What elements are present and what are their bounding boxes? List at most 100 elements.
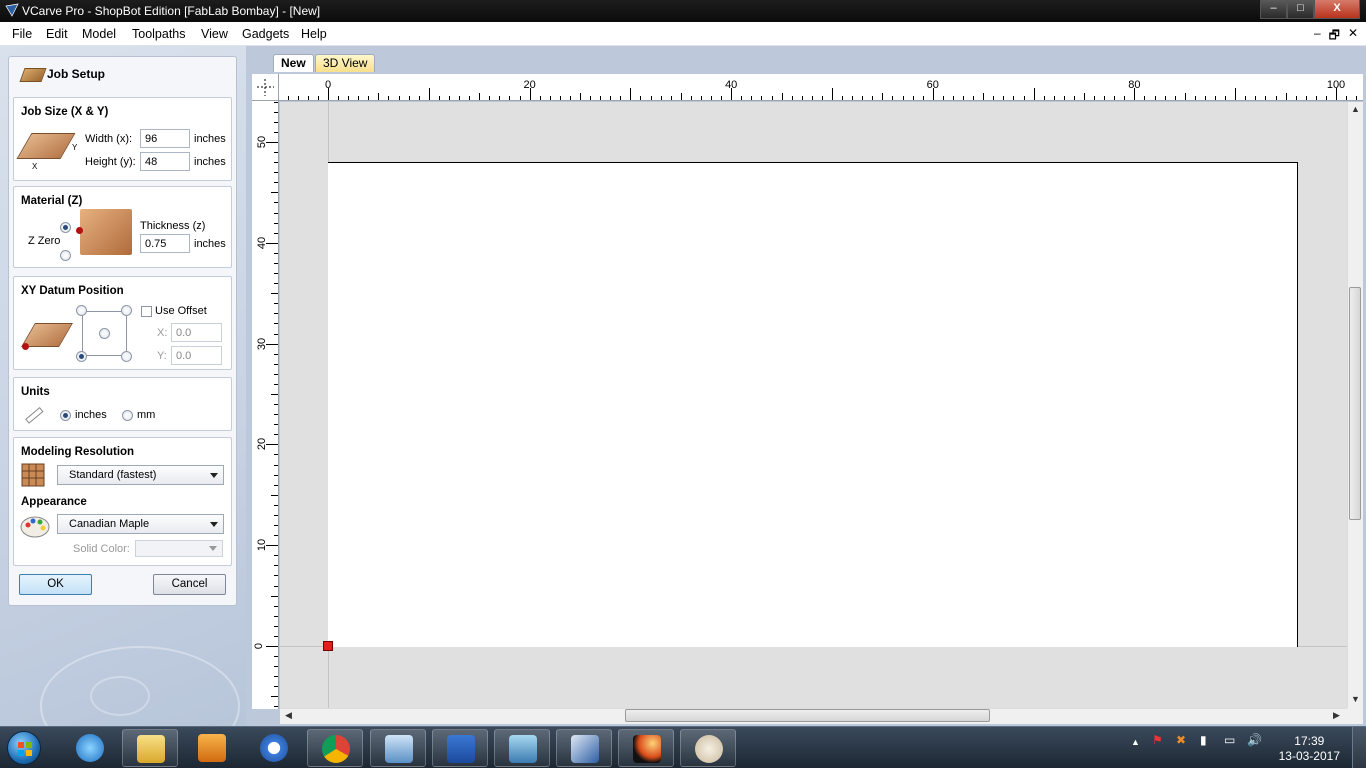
ruler-tick xyxy=(274,111,278,113)
ruler-tick xyxy=(418,96,420,100)
scroll-down-arrow-icon[interactable]: ▼ xyxy=(1351,694,1360,704)
mdi-close-button[interactable]: ✕ xyxy=(1348,26,1358,47)
ruler-tick xyxy=(1154,96,1156,100)
menu-bar: File Edit Model Toolpaths View Gadgets H… xyxy=(0,22,1366,46)
offset-y-label: Y: xyxy=(157,350,167,362)
ruler-tick xyxy=(882,93,884,100)
ok-button[interactable]: OK xyxy=(19,574,92,595)
ruler-tick xyxy=(1104,96,1106,100)
height-input[interactable] xyxy=(140,152,190,171)
ruler-tick xyxy=(973,96,975,100)
decorative-swirl xyxy=(90,676,150,716)
ruler-tick xyxy=(317,96,319,100)
ruler-tick xyxy=(862,96,864,100)
taskbar-internet-explorer[interactable] xyxy=(62,729,118,767)
taskbar-browser[interactable] xyxy=(246,729,302,767)
job-size-board-icon xyxy=(16,133,76,159)
z-zero-bottom-radio[interactable] xyxy=(60,250,71,261)
mdi-minimize-button[interactable]: – xyxy=(1314,26,1321,47)
vertical-scroll-thumb[interactable] xyxy=(1349,287,1361,520)
tray-overflow-icon[interactable]: ▲ xyxy=(1131,737,1140,747)
ruler-tick xyxy=(700,96,702,100)
scroll-left-arrow-icon[interactable]: ◀ xyxy=(285,710,292,721)
network-icon[interactable]: ▭ xyxy=(1224,733,1235,747)
solid-color-picker[interactable] xyxy=(135,540,223,557)
appearance-select[interactable]: Canadian Maple xyxy=(57,514,224,534)
ruler-tick xyxy=(1285,93,1287,100)
clock-date: 13-03-2017 xyxy=(1278,749,1340,763)
units-inches-radio[interactable] xyxy=(60,410,71,421)
datum-center-radio[interactable] xyxy=(99,328,110,339)
taskbar-photos[interactable] xyxy=(494,729,550,767)
z-zero-top-radio[interactable] xyxy=(60,222,71,233)
datum-board-icon xyxy=(21,323,73,347)
taskbar-remote-desktop[interactable] xyxy=(370,729,426,767)
menu-file[interactable]: File xyxy=(12,27,32,41)
ruler-tick xyxy=(559,96,561,100)
cancel-button[interactable]: Cancel xyxy=(153,574,226,595)
ruler-tick xyxy=(952,96,954,100)
modeling-resolution-select[interactable]: Standard (fastest) xyxy=(57,465,224,485)
menu-model[interactable]: Model xyxy=(82,27,116,41)
datum-bottom-right-radio[interactable] xyxy=(121,351,132,362)
scroll-right-arrow-icon[interactable]: ▶ xyxy=(1333,710,1340,721)
taskbar-app-launcher[interactable] xyxy=(618,729,674,767)
ruler-tick xyxy=(499,96,501,100)
ruler-tick xyxy=(842,96,844,100)
ruler-tick xyxy=(569,96,571,100)
menu-toolpaths[interactable]: Toolpaths xyxy=(132,27,186,41)
units-mm-radio[interactable] xyxy=(122,410,133,421)
ruler-tick xyxy=(274,514,278,516)
taskbar-paint[interactable] xyxy=(680,729,736,767)
units-mm-label: mm xyxy=(137,409,156,421)
action-center-flag-icon[interactable]: ⚑ xyxy=(1152,733,1163,747)
ruler-tick xyxy=(590,96,592,100)
taskbar-file-explorer[interactable] xyxy=(122,729,178,767)
ruler-tick xyxy=(1315,96,1317,100)
menu-edit[interactable]: Edit xyxy=(46,27,68,41)
taskbar-media-player[interactable] xyxy=(184,729,240,767)
minimize-button[interactable]: – xyxy=(1260,0,1287,19)
power-icon[interactable]: ▮ xyxy=(1200,733,1207,747)
menu-view[interactable]: View xyxy=(201,27,228,41)
ruler-tick xyxy=(428,88,430,100)
datum-bottom-left-radio[interactable] xyxy=(76,351,87,362)
tab-new[interactable]: New xyxy=(273,54,314,72)
maximize-button[interactable]: □ xyxy=(1287,0,1314,19)
show-desktop-button[interactable] xyxy=(1352,727,1366,768)
tab-3d-view[interactable]: 3D View xyxy=(315,54,376,72)
menu-help[interactable]: Help xyxy=(301,27,327,41)
tray-app-icon[interactable]: ✖ xyxy=(1176,733,1186,747)
ruler-tick xyxy=(274,656,278,658)
close-button[interactable]: X xyxy=(1314,0,1360,19)
offset-x-input[interactable] xyxy=(171,323,222,342)
appearance-heading: Appearance xyxy=(21,496,87,508)
ruler-tick xyxy=(274,101,278,103)
start-button[interactable] xyxy=(7,731,41,765)
thickness-input[interactable] xyxy=(140,234,190,253)
taskbar-chrome[interactable] xyxy=(307,729,363,767)
scroll-up-arrow-icon[interactable]: ▲ xyxy=(1351,104,1360,114)
solid-color-label: Solid Color: xyxy=(73,543,130,555)
use-offset-checkbox[interactable] xyxy=(141,306,152,317)
ruler-label: 60 xyxy=(926,79,939,91)
taskbar-vcarve[interactable] xyxy=(556,729,612,767)
offset-x-label: X: xyxy=(157,327,168,339)
ruler-tick xyxy=(963,96,965,100)
system-clock[interactable]: 17:39 13-03-2017 xyxy=(1279,734,1340,764)
width-input[interactable] xyxy=(140,129,190,148)
vcarve-app-icon xyxy=(5,3,19,17)
ruler-tick xyxy=(378,93,380,100)
ruler-tick xyxy=(274,212,278,214)
ruler-tick xyxy=(690,96,692,100)
datum-top-left-radio[interactable] xyxy=(76,305,87,316)
mdi-restore-button[interactable]: 🗗 xyxy=(1329,26,1340,47)
ruler-tick xyxy=(438,96,440,100)
menu-gadgets[interactable]: Gadgets xyxy=(242,27,289,41)
taskbar-word[interactable] xyxy=(432,729,488,767)
datum-top-right-radio[interactable] xyxy=(121,305,132,316)
volume-icon[interactable]: 🔊 xyxy=(1247,733,1262,747)
ruler-tick xyxy=(274,283,278,285)
horizontal-scroll-thumb[interactable] xyxy=(625,709,990,722)
offset-y-input[interactable] xyxy=(171,346,222,365)
